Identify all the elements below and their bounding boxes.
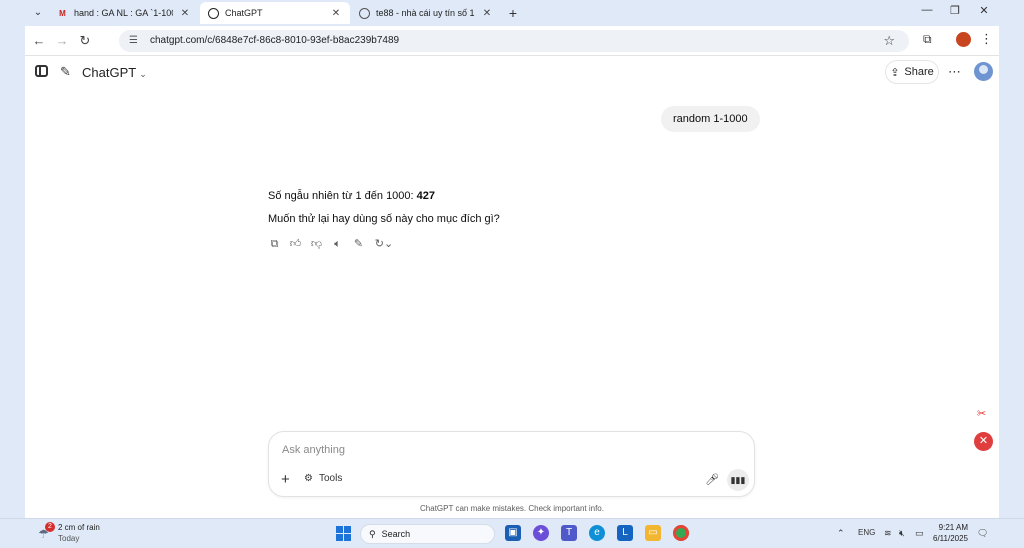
sidebar-toggle-icon[interactable] <box>35 65 48 77</box>
copilot-icon[interactable]: ✦ <box>533 525 549 541</box>
chrome-icon[interactable] <box>673 525 689 541</box>
edit-canvas-icon[interactable]: ✎ <box>352 238 365 251</box>
tab-te88[interactable]: te88 - nhà cái uy tín số 1 châu ✕ <box>351 2 501 24</box>
more-options-icon[interactable]: ⋯ <box>948 64 961 80</box>
start-button[interactable] <box>336 526 351 541</box>
notifications-icon[interactable]: 🗨︎ <box>977 528 988 539</box>
bookmark-star-icon[interactable]: ☆ <box>883 33 895 49</box>
tab-title: ChatGPT <box>225 8 263 18</box>
restore-icon[interactable]: ❐ <box>946 4 964 17</box>
tab-chatgpt[interactable]: ChatGPT ✕ <box>200 2 350 24</box>
extension-close-icon[interactable]: ✕ <box>974 432 993 451</box>
reload-icon[interactable]: ↻ <box>77 33 93 49</box>
scissors-icon[interactable]: ✂ <box>977 407 986 420</box>
microphone-icon[interactable]: 🎤︎ <box>705 473 719 486</box>
toolbar: ← → ↻ ☰ chatgpt.com/c/6848e7cf-86c8-8010… <box>25 26 999 56</box>
battery-icon[interactable]: ▭ <box>915 528 924 539</box>
tools-button[interactable]: ⚙ Tools <box>304 473 342 484</box>
chevron-down-icon: ⌄ <box>139 69 147 79</box>
window-border-right <box>999 0 1024 518</box>
user-message: random 1-1000 <box>661 106 760 132</box>
close-tab-icon[interactable]: ✕ <box>330 8 342 19</box>
disclaimer-text: ChatGPT can make mistakes. Check importa… <box>420 504 604 513</box>
regenerate-icon[interactable]: ↻⌄ <box>373 238 395 251</box>
share-label: Share <box>904 66 934 78</box>
assistant-reply-line2: Muốn thử lại hay dùng số này cho mục đíc… <box>268 213 500 225</box>
tools-label: Tools <box>318 473 343 484</box>
file-explorer-icon[interactable]: ▭ <box>645 525 661 541</box>
reply-prefix: Số ngẫu nhiên từ 1 đến 1000: <box>268 190 417 202</box>
voice-mode-icon[interactable]: ▮▮▮ <box>727 469 749 491</box>
url-text: chatgpt.com/c/6848e7cf-86c8-8010-93ef-b8… <box>150 35 400 46</box>
language-indicator[interactable]: ENG <box>858 528 875 537</box>
chatgpt-icon <box>208 7 219 19</box>
user-avatar[interactable] <box>974 62 993 81</box>
gmail-icon: M <box>59 8 66 18</box>
close-window-icon[interactable]: ✕ <box>975 4 993 17</box>
tab-search-icon[interactable]: ⌄ <box>29 4 47 22</box>
prompt-input[interactable]: Ask anything <box>282 444 345 456</box>
clock-date: 6/11/2025 <box>933 534 968 543</box>
share-button[interactable]: ⇪ Share <box>885 60 939 84</box>
notification-badge: 2 <box>45 522 55 532</box>
window-border-left <box>0 0 25 518</box>
close-tab-icon[interactable]: ✕ <box>179 8 191 19</box>
message-composer[interactable]: Ask anything + ⚙ Tools 🎤︎ ▮▮▮ <box>268 431 755 497</box>
tab-title: te88 - nhà cái uy tín số 1 châu <box>376 8 475 18</box>
volume-muted-icon[interactable]: 🔇︎ <box>899 528 905 539</box>
weather-day: Today <box>58 534 80 543</box>
share-icon: ⇪ <box>890 66 900 79</box>
tools-icon: ⚙ <box>304 473 313 484</box>
weather-summary[interactable]: 2 cm of rain <box>58 523 100 532</box>
clock[interactable]: 9:21 AM 6/11/2025 <box>933 522 968 544</box>
search-icon: ⚲ <box>369 528 376 539</box>
message-actions: ⧉ 👍︎ 👎︎ 🔈︎ ✎ ↻⌄ <box>268 238 395 251</box>
l-app-icon[interactable]: L <box>617 525 633 541</box>
new-tab-icon[interactable]: + <box>505 5 521 21</box>
model-selector[interactable]: ChatGPT ⌄ <box>82 65 147 80</box>
read-aloud-icon[interactable]: 🔈︎ <box>331 238 344 251</box>
extensions-icon[interactable]: ⧉ <box>923 32 932 47</box>
browser-window: ⌄ M hand : GA NL : GA `1-1000` ai t ✕ Ch… <box>0 0 1024 548</box>
copy-icon[interactable]: ⧉ <box>268 238 281 251</box>
profile-avatar[interactable] <box>956 32 971 47</box>
random-number: 427 <box>416 190 436 202</box>
show-hidden-icons-icon[interactable]: ⌃ <box>837 528 845 539</box>
tab-gmail[interactable]: M hand : GA NL : GA `1-1000` ai t ✕ <box>49 2 199 24</box>
thumbs-up-icon[interactable]: 👍︎ <box>289 238 302 251</box>
teams-icon[interactable]: T <box>561 525 577 541</box>
model-label: ChatGPT <box>82 65 137 80</box>
wifi-icon[interactable]: ≋ <box>884 528 892 539</box>
site-info-icon[interactable]: ☰ <box>129 35 138 46</box>
new-chat-icon[interactable]: ✎ <box>60 64 71 80</box>
chat-header: ✎ ChatGPT ⌄ ⇪ Share ⋯ <box>25 56 999 88</box>
clock-time: 9:21 AM <box>938 523 968 532</box>
search-label: Search <box>381 529 411 539</box>
minimize-icon[interactable]: — <box>918 4 936 16</box>
thumbs-down-icon[interactable]: 👎︎ <box>310 238 323 251</box>
add-attachment-icon[interactable]: + <box>281 472 290 487</box>
address-bar[interactable]: ☰ chatgpt.com/c/6848e7cf-86c8-8010-93ef-… <box>119 30 909 52</box>
close-tab-icon[interactable]: ✕ <box>481 8 493 19</box>
forward-icon[interactable]: → <box>54 33 70 49</box>
taskbar-search[interactable]: ⚲ Search <box>360 524 495 544</box>
globe-icon <box>359 7 370 19</box>
tab-title: hand : GA NL : GA `1-1000` ai t <box>74 8 173 18</box>
back-icon[interactable]: ← <box>31 33 47 49</box>
store-icon[interactable]: ▣ <box>505 525 521 541</box>
edge-icon[interactable]: e <box>589 525 605 541</box>
windows-taskbar: ☂ 2 2 cm of rain Today ⚲ Search ▣ ✦ T e … <box>0 518 1024 548</box>
browser-menu-icon[interactable]: ⋮ <box>980 31 993 47</box>
assistant-reply-line1: Số ngẫu nhiên từ 1 đến 1000: 427 <box>268 190 435 202</box>
